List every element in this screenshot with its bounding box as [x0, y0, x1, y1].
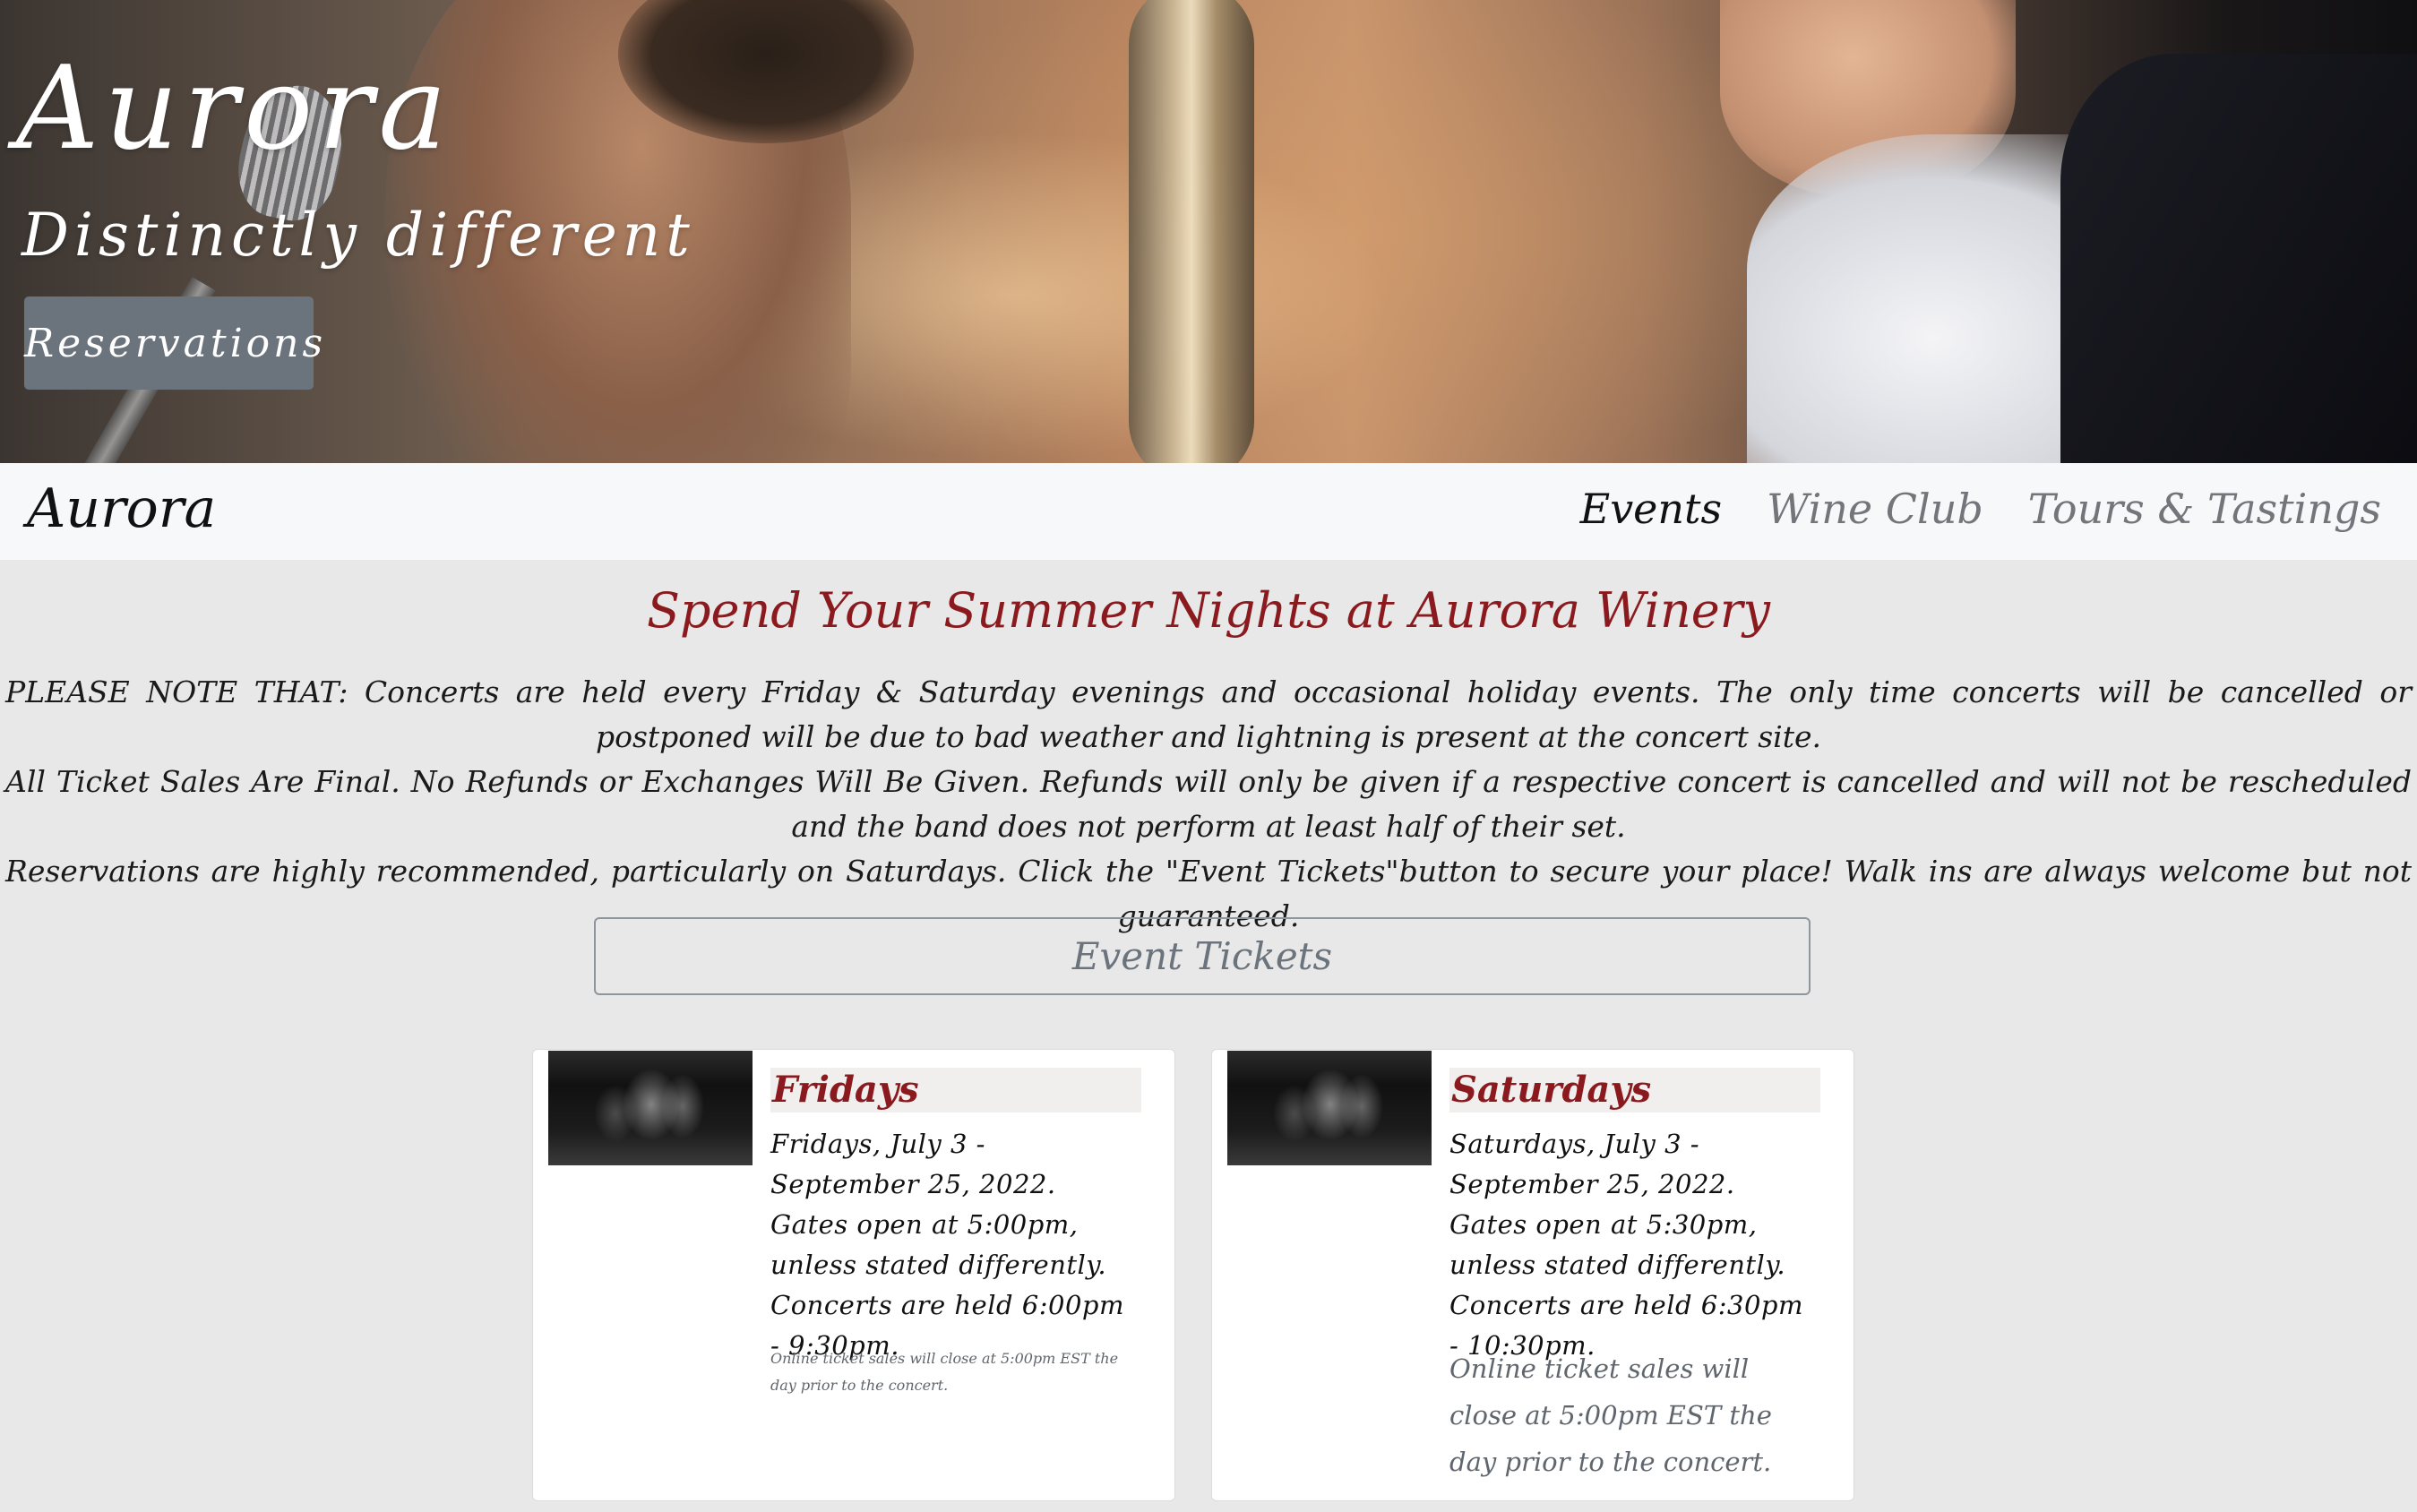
event-notes: PLEASE NOTE THAT: Concerts are held ever… [5, 670, 2412, 939]
event-card-saturdays: Saturdays Saturdays, July 3 - September … [1211, 1049, 1854, 1501]
card-title: Saturdays [1449, 1068, 1820, 1113]
note-concert-schedule: PLEASE NOTE THAT: Concerts are held ever… [5, 674, 2412, 754]
hero-image-saxophone [1129, 0, 1254, 463]
note-ticket-policy: All Ticket Sales Are Final. No Refunds o… [5, 764, 2412, 844]
nav-link-tours-tastings[interactable]: Tours & Tastings [2028, 485, 2381, 534]
nav-links: Events Wine Club Tours & Tastings [1580, 485, 2381, 534]
page-heading: Spend Your Summer Nights at Aurora Winer… [646, 582, 1771, 639]
reservations-button[interactable]: Reservations [24, 296, 323, 390]
card-description: Saturdays, July 3 - September 25, 2022. … [1449, 1129, 1803, 1361]
card-title: Fridays [770, 1068, 1141, 1113]
card-description: Fridays, July 3 - September 25, 2022. Ga… [770, 1129, 1124, 1361]
card-note: Online ticket sales will close at 5:00pm… [1449, 1353, 1772, 1477]
event-card-fridays: Fridays Fridays, July 3 - September 25, … [532, 1049, 1175, 1501]
nav-link-wine-club[interactable]: Wine Club [1767, 485, 1983, 534]
navbar: Aurora Events Wine Club Tours & Tastings [0, 463, 2417, 560]
card-note: Online ticket sales will close at 5:00pm… [770, 1350, 1119, 1394]
nav-link-events[interactable]: Events [1580, 485, 1723, 534]
hero-banner: Aurora Distinctly different Reservations [0, 0, 2417, 463]
event-tickets-button[interactable]: Event Tickets [594, 917, 1811, 995]
card-image-concert [548, 1051, 753, 1165]
hero-image-player-vest [2060, 54, 2417, 463]
card-image-concert [1227, 1051, 1432, 1165]
navbar-brand[interactable]: Aurora [27, 479, 216, 538]
hero-title: Aurora [16, 42, 452, 176]
hero-subtitle: Distinctly different [22, 201, 695, 270]
